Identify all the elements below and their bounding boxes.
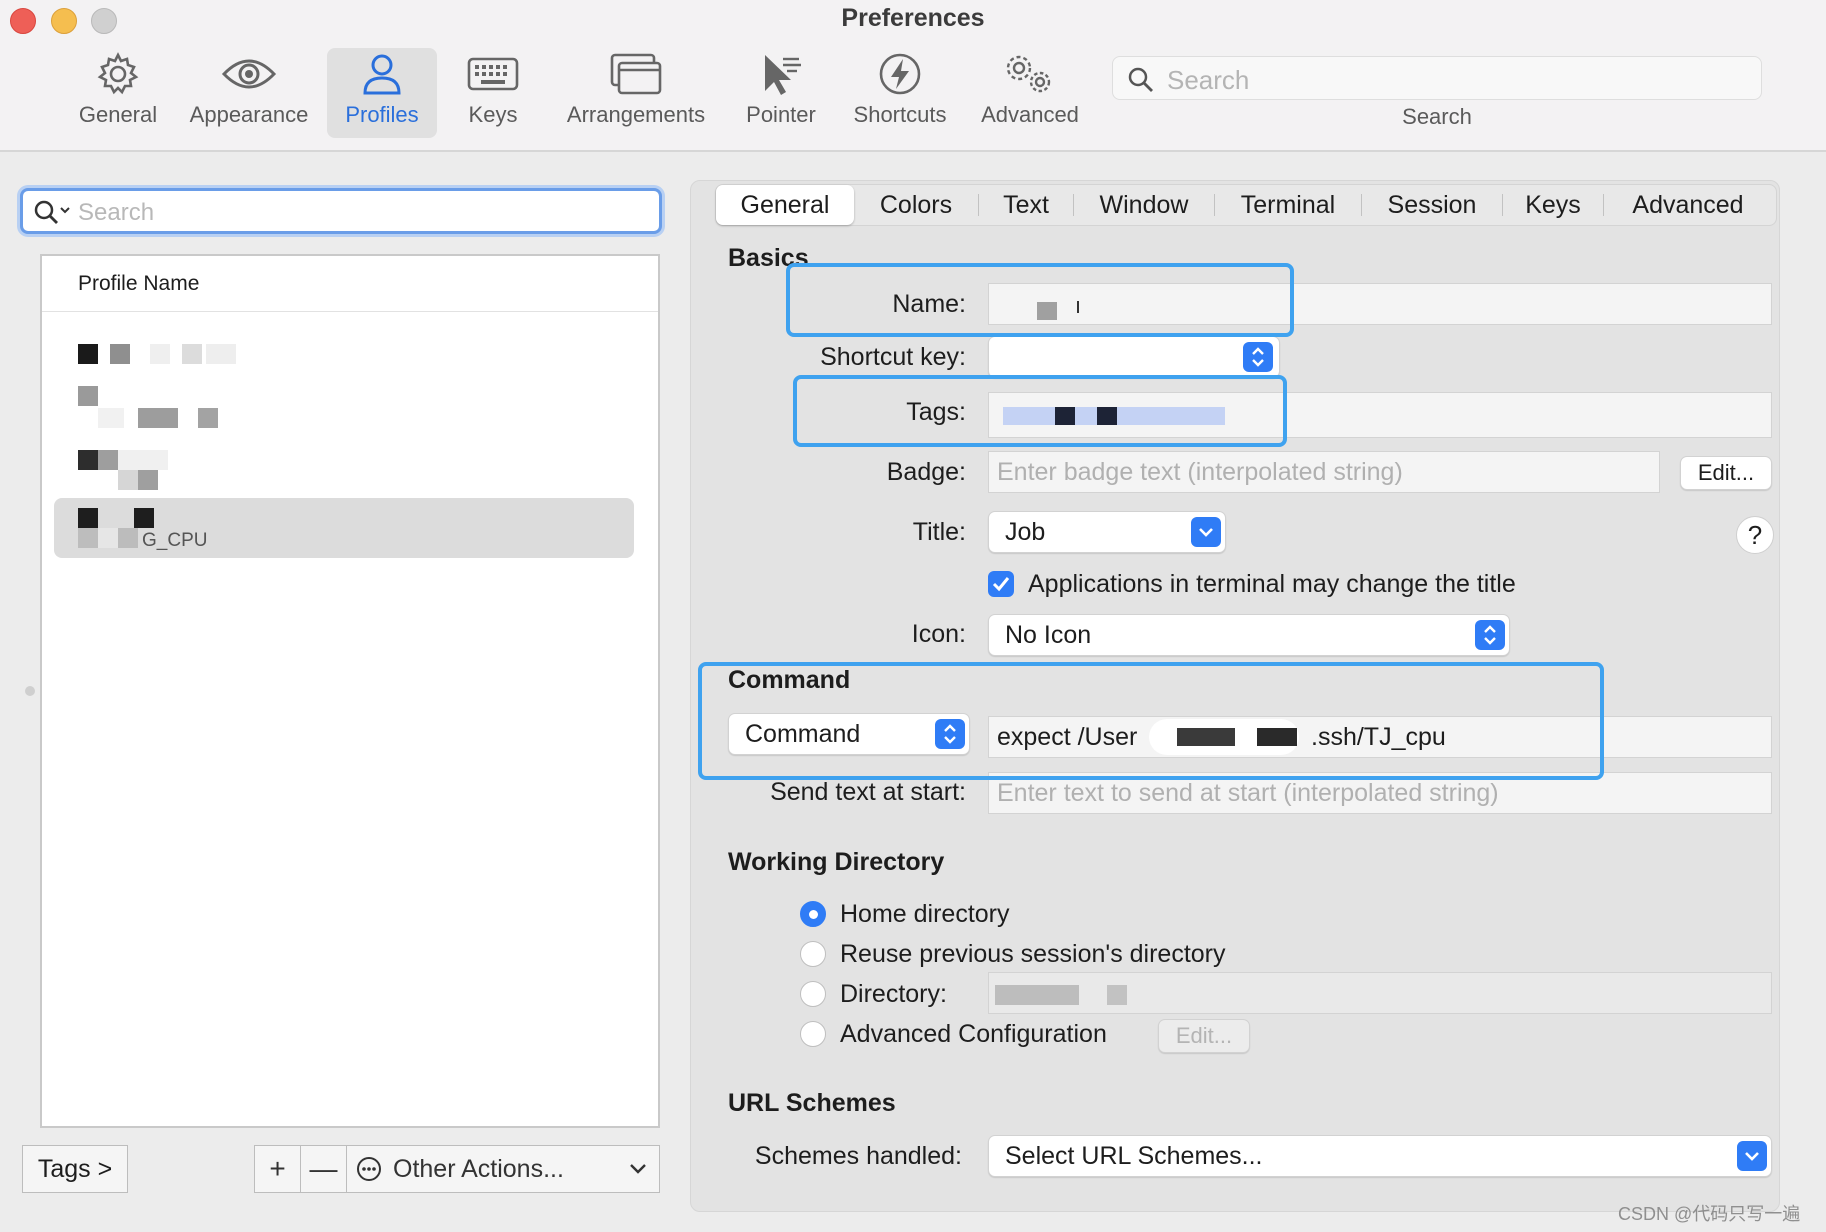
profile-row[interactable] — [54, 382, 634, 442]
icon-popup[interactable]: No Icon — [988, 614, 1510, 656]
working-directory-heading: Working Directory — [728, 848, 945, 876]
toolbar-general[interactable]: General — [70, 48, 166, 138]
toolbar-keys[interactable]: Keys — [458, 48, 528, 138]
directory-field[interactable] — [988, 972, 1772, 1014]
home-directory-radio[interactable] — [800, 901, 826, 927]
chevron-down-icon — [1737, 1141, 1767, 1171]
search-icon — [1128, 67, 1153, 92]
profile-name-column-header[interactable]: Profile Name — [42, 256, 658, 312]
preferences-search-label: Search — [1402, 104, 1472, 129]
profile-search-placeholder: Search — [78, 199, 155, 226]
toolbar-shortcuts[interactable]: Shortcuts — [848, 48, 952, 138]
tab-window[interactable]: Window — [1074, 185, 1214, 225]
send-text-label: Send text at start: — [770, 778, 966, 806]
profile-row[interactable] — [54, 442, 634, 502]
keyboard-icon — [467, 57, 519, 91]
toolbar-profiles-label: Profiles — [345, 102, 419, 127]
directory-label: Directory: — [840, 980, 947, 1008]
watermark: CSDN @代码只写一遍 — [1618, 1204, 1801, 1224]
checkmark-icon — [992, 577, 1010, 592]
window-toolbar: Preferences General Appearance Profiles … — [0, 0, 1826, 152]
shortcut-key-label: Shortcut key: — [820, 343, 966, 371]
toolbar-arrangements[interactable]: Arrangements — [560, 48, 712, 138]
toolbar-appearance[interactable]: Appearance — [184, 48, 314, 138]
bolt-icon — [879, 53, 921, 95]
toolbar-profiles[interactable]: Profiles — [327, 48, 437, 138]
other-actions-label: Other Actions... — [393, 1154, 564, 1183]
toolbar-pointer-label: Pointer — [746, 102, 816, 127]
toolbar-pointer[interactable]: Pointer — [736, 48, 826, 138]
schemes-handled-label: Schemes handled: — [754, 1142, 962, 1170]
profile-row-selected[interactable]: G_CPU — [54, 498, 634, 558]
advanced-configuration-radio[interactable] — [800, 1021, 826, 1047]
profile-row[interactable] — [54, 326, 634, 386]
advanced-configuration-edit-button[interactable]: Edit... — [1158, 1019, 1250, 1053]
profile-tabs: General Colors Text Window Terminal Sess… — [715, 184, 1777, 226]
profile-search-field[interactable]: Search — [20, 188, 662, 234]
help-button[interactable]: ? — [1736, 516, 1774, 554]
windows-icon — [610, 53, 662, 95]
search-menu-icon — [34, 200, 70, 224]
title-label: Title: — [912, 518, 966, 546]
tab-keys[interactable]: Keys — [1503, 185, 1603, 225]
chevron-down-icon — [1191, 517, 1221, 547]
other-actions-menu[interactable]: Other Actions... — [347, 1146, 659, 1192]
toolbar-general-label: General — [78, 102, 158, 127]
profile-list[interactable]: Profile Name G_CPU — [40, 254, 660, 1128]
tab-session[interactable]: Session — [1362, 185, 1502, 225]
stepper-arrows-icon — [1243, 342, 1273, 372]
toolbar-advanced-label: Advanced — [981, 102, 1079, 127]
reuse-directory-radio[interactable] — [800, 941, 826, 967]
eye-icon — [221, 59, 277, 89]
home-directory-label: Home directory — [840, 900, 1010, 928]
title-popup[interactable]: Job — [988, 511, 1226, 553]
preferences-search-field[interactable]: Search — [1112, 56, 1762, 100]
toolbar-appearance-label: Appearance — [189, 102, 309, 127]
toolbar-arrangements-label: Arrangements — [566, 102, 706, 127]
gear-icon — [97, 52, 139, 95]
badge-field[interactable]: Enter badge text (interpolated string) — [988, 451, 1660, 493]
tab-text[interactable]: Text — [979, 185, 1073, 225]
person-icon — [363, 54, 401, 95]
command-highlight-box — [698, 662, 1604, 780]
add-profile-button[interactable]: + — [255, 1146, 301, 1192]
preferences-search-placeholder: Search — [1167, 65, 1250, 95]
tab-terminal[interactable]: Terminal — [1215, 185, 1361, 225]
advanced-configuration-label: Advanced Configuration — [840, 1020, 1107, 1048]
profile-actions-bar: + — Other Actions... — [254, 1145, 660, 1193]
name-highlight-box — [786, 263, 1294, 337]
app-change-title-label: Applications in terminal may change the … — [1028, 570, 1516, 598]
gears-icon — [1006, 55, 1051, 93]
tags-highlight-box — [793, 375, 1287, 447]
icon-popup-value: No Icon — [1005, 621, 1092, 649]
scroll-indicator — [25, 686, 35, 696]
tab-colors[interactable]: Colors — [854, 185, 978, 225]
icon-label: Icon: — [911, 620, 966, 648]
ellipsis-circle-icon — [357, 1157, 381, 1181]
badge-edit-button[interactable]: Edit... — [1680, 456, 1772, 490]
toolbar-advanced[interactable]: Advanced — [974, 48, 1086, 138]
remove-profile-button[interactable]: — — [301, 1146, 347, 1192]
stepper-arrows-icon — [1475, 620, 1505, 650]
shortcut-key-popup[interactable] — [988, 336, 1280, 378]
toolbar-keys-label: Keys — [468, 102, 518, 127]
window-title: Preferences — [841, 4, 985, 32]
url-schemes-heading: URL Schemes — [728, 1089, 896, 1117]
url-schemes-popup[interactable]: Select URL Schemes... — [988, 1135, 1772, 1177]
app-change-title-checkbox[interactable] — [988, 571, 1014, 597]
directory-radio[interactable] — [800, 981, 826, 1007]
tags-toggle-button[interactable]: Tags > — [22, 1145, 128, 1193]
cursor-icon — [765, 55, 801, 95]
tab-general[interactable]: General — [716, 185, 854, 225]
url-schemes-value: Select URL Schemes... — [1005, 1142, 1263, 1170]
toolbar-shortcuts-label: Shortcuts — [853, 102, 947, 127]
badge-label: Badge: — [886, 458, 966, 486]
profile-name-label: G_CPU — [142, 530, 208, 551]
reuse-directory-label: Reuse previous session's directory — [840, 940, 1226, 968]
chevron-down-icon — [630, 1164, 646, 1174]
tab-advanced[interactable]: Advanced — [1604, 185, 1772, 225]
title-popup-value: Job — [1005, 518, 1046, 546]
